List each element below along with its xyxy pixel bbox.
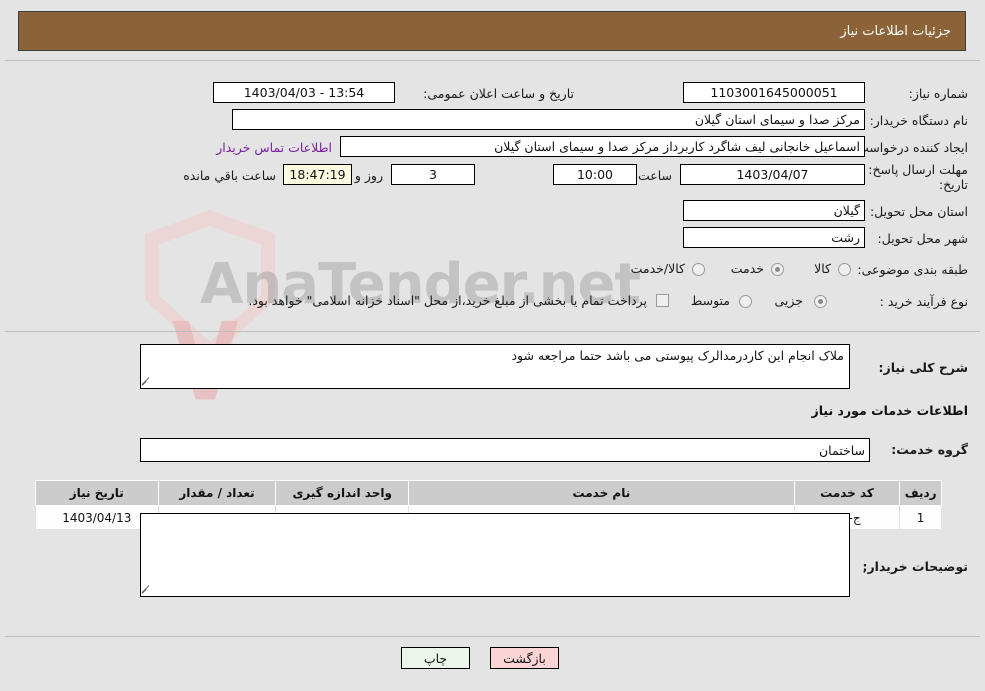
- remaining-days-input[interactable]: [391, 164, 475, 185]
- primary-info-section: شماره نیاز: تاریخ و ساعت اعلان عمومی: نا…: [5, 60, 980, 332]
- category-label: طبقه بندی موضوعی:: [857, 262, 968, 277]
- hour-label: ساعت: [637, 168, 672, 183]
- table-col-quantity: تعداد / مقدار: [157, 480, 277, 506]
- need-number-input[interactable]: [683, 82, 865, 103]
- requester-label: ایجاد کننده درخواست:: [852, 140, 968, 155]
- details-panel: شماره نیاز: تاریخ و ساعت اعلان عمومی: نا…: [5, 60, 980, 637]
- page-title: جزئیات اطلاعات نیاز: [840, 24, 951, 39]
- category-option-label-goods: کالا: [814, 261, 831, 276]
- province-label: استان محل تحویل:: [869, 204, 968, 219]
- countdown-input[interactable]: [283, 164, 352, 185]
- services-section-title: اطلاعات خدمات مورد نیاز: [811, 403, 969, 418]
- service-group-label: گروه خدمت:: [891, 442, 968, 457]
- deadline-time-input[interactable]: [553, 164, 637, 185]
- page-header-bar: جزئیات اطلاعات نیاز: [18, 11, 966, 51]
- buyer-org-label: نام دستگاه خریدار:: [869, 113, 968, 128]
- category-option-label-goods-service: کالا/خدمت: [630, 261, 685, 276]
- category-option-label-service: خدمت: [730, 261, 764, 276]
- table-header-row: ردیف کد خدمت نام خدمت واحد اندازه گیری ت…: [35, 480, 942, 506]
- process-option-label-medium: متوسط: [690, 293, 730, 308]
- deadline-date-input[interactable]: [680, 164, 865, 185]
- city-label: شهر محل تحویل:: [877, 231, 968, 246]
- process-option-label-minor: جزیی: [774, 293, 803, 308]
- announce-datetime-input[interactable]: [213, 82, 395, 103]
- buyer-notes-label: توضیحات خریدار;: [862, 559, 968, 574]
- description-textarea[interactable]: [140, 344, 850, 389]
- city-input[interactable]: [683, 227, 865, 248]
- service-group-input[interactable]: [140, 438, 870, 462]
- category-radio-goods-service[interactable]: [692, 263, 705, 276]
- services-section: شرح کلی نیاز: اطلاعات خدمات مورد نیاز گر…: [5, 332, 980, 637]
- deadline-label: مهلت ارسال پاسخ: تا تاریخ:: [857, 162, 968, 192]
- process-type-label: نوع فرآیند خرید :: [879, 294, 968, 309]
- province-input[interactable]: [683, 200, 865, 221]
- need-number-label: شماره نیاز:: [908, 86, 968, 101]
- table-col-need-date: تاریخ نیاز: [35, 480, 159, 506]
- treasury-bond-note: پرداخت تمام یا بخشی از مبلغ خرید،از محل …: [248, 293, 647, 308]
- table-col-service-code: کد خدمت: [793, 480, 901, 506]
- description-textarea-wrap: [140, 344, 850, 392]
- description-label: شرح کلی نیاز:: [878, 360, 968, 375]
- cell-row-no: 1: [899, 505, 942, 530]
- treasury-bond-checkbox[interactable]: [656, 294, 669, 307]
- buyer-contact-link[interactable]: اطلاعات تماس خریدار: [216, 140, 332, 155]
- buyer-notes-textarea-wrap: [140, 513, 850, 600]
- table-col-unit: واحد اندازه گیری: [275, 480, 409, 506]
- deadline-label-line2: تاریخ:: [938, 177, 968, 192]
- announce-datetime-label: تاریخ و ساعت اعلان عمومی:: [423, 86, 574, 101]
- days-and-label: روز و: [354, 168, 383, 183]
- table-col-service-name: نام خدمت: [407, 480, 795, 506]
- process-radio-minor[interactable]: [814, 295, 827, 308]
- category-radio-service[interactable]: [771, 263, 784, 276]
- remaining-hours-label: ساعت باقي مانده: [183, 168, 276, 183]
- deadline-label-line1: مهلت ارسال پاسخ: تا: [857, 162, 968, 177]
- category-radio-goods[interactable]: [838, 263, 851, 276]
- process-radio-medium[interactable]: [739, 295, 752, 308]
- buyer-org-input[interactable]: [232, 109, 865, 130]
- table-col-row-no: ردیف: [899, 480, 942, 506]
- back-button[interactable]: بازگشت: [490, 647, 559, 669]
- requester-input[interactable]: [340, 136, 865, 157]
- buyer-notes-textarea[interactable]: [140, 513, 850, 597]
- print-button[interactable]: چاپ: [401, 647, 470, 669]
